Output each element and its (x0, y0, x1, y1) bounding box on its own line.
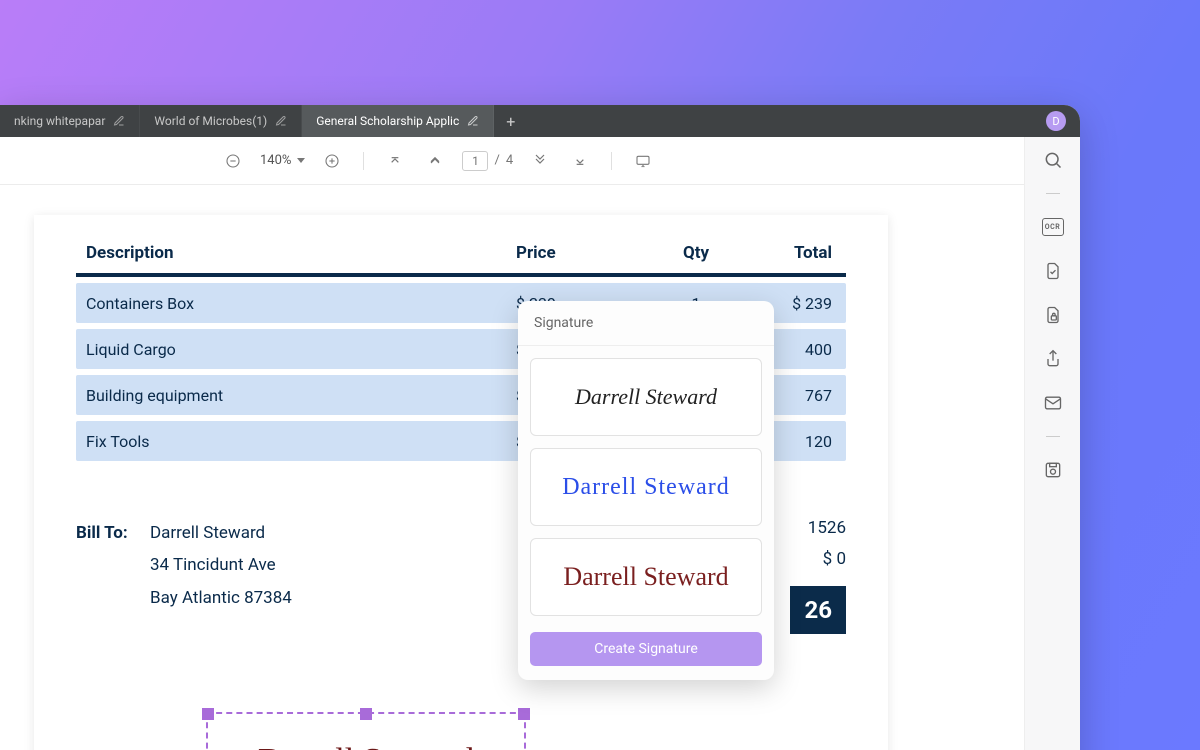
toolbar: 140% 1 / 4 (0, 137, 1080, 185)
zoom-out-button[interactable] (220, 148, 246, 174)
pencil-icon (467, 115, 479, 127)
tab-label: General Scholarship Applic (316, 114, 459, 128)
last-page-button[interactable] (567, 148, 593, 174)
prev-page-button[interactable] (422, 148, 448, 174)
cell: Building equipment (86, 386, 516, 405)
summary-line2: $ 0 (808, 544, 846, 575)
summary-subtotal: 1526 (808, 513, 846, 544)
resize-handle[interactable] (518, 708, 530, 720)
right-sidebar: OCR (1024, 137, 1080, 750)
mail-icon[interactable] (1042, 392, 1064, 414)
signature-preview: Darrell Steward (562, 474, 730, 501)
new-tab-button[interactable]: + (494, 105, 527, 137)
ocr-icon[interactable]: OCR (1042, 216, 1064, 238)
signature-preview: Darrell Steward (575, 384, 717, 410)
tab-label: nking whitepapar (14, 114, 105, 128)
tab-scholarship[interactable]: General Scholarship Applic (302, 105, 494, 137)
page-sep: / (494, 153, 499, 168)
placed-signature[interactable]: Darrell Steward (206, 712, 526, 750)
page-current-input[interactable]: 1 (462, 151, 488, 171)
tab-label: World of Microbes(1) (154, 114, 267, 128)
signature-option-2[interactable]: Darrell Steward (530, 448, 762, 526)
col-price: Price (516, 243, 636, 263)
summary-block: 1526 $ 0 (808, 513, 846, 574)
presentation-button[interactable] (630, 148, 656, 174)
cell: Fix Tools (86, 432, 516, 451)
caret-down-icon (297, 158, 305, 163)
pencil-icon (113, 115, 125, 127)
convert-icon[interactable] (1042, 260, 1064, 282)
signature-panel: Signature Darrell Steward Darrell Stewar… (518, 301, 774, 680)
signature-option-1[interactable]: Darrell Steward (530, 358, 762, 436)
cell: Containers Box (86, 294, 516, 313)
page-total: 4 (506, 153, 513, 168)
resize-handle[interactable] (202, 708, 214, 720)
tab-whitepaper[interactable]: nking whitepapar (0, 105, 140, 137)
avatar[interactable]: D (1046, 111, 1066, 131)
grand-total-chip: 26 (790, 586, 846, 634)
next-page-button[interactable] (527, 148, 553, 174)
col-description: Description (86, 243, 516, 263)
zoom-select[interactable]: 140% (260, 153, 305, 168)
separator (1046, 193, 1060, 194)
signature-preview: Darrell Steward (563, 562, 728, 592)
create-signature-button[interactable]: Create Signature (530, 632, 762, 666)
share-icon[interactable] (1042, 348, 1064, 370)
separator (363, 152, 364, 170)
save-icon[interactable] (1042, 459, 1064, 481)
tab-microbes[interactable]: World of Microbes(1) (140, 105, 302, 137)
zoom-value: 140% (260, 153, 291, 168)
signature-panel-title: Signature (518, 301, 774, 346)
signature-options: Darrell Steward Darrell Steward Darrell … (518, 346, 774, 628)
app-window: nking whitepapar World of Microbes(1) Ge… (0, 105, 1080, 750)
first-page-button[interactable] (382, 148, 408, 174)
zoom-in-button[interactable] (319, 148, 345, 174)
search-icon[interactable] (1042, 149, 1064, 171)
page-indicator: 1 / 4 (462, 151, 513, 171)
col-total: Total (756, 243, 836, 263)
col-qty: Qty (636, 243, 756, 263)
resize-handle[interactable] (360, 708, 372, 720)
table-headers: Description Price Qty Total (76, 237, 846, 277)
separator (1046, 436, 1060, 437)
lock-file-icon[interactable] (1042, 304, 1064, 326)
content-area: Description Price Qty Total Containers B… (0, 185, 1024, 750)
bill-to-label: Bill To: (76, 517, 134, 614)
bill-street: 34 Tincidunt Ave (150, 549, 292, 581)
bill-city: Bay Atlantic 87384 (150, 582, 292, 614)
tab-bar: nking whitepapar World of Microbes(1) Ge… (0, 105, 1080, 137)
signature-text: Darrell Steward (258, 742, 474, 750)
bill-to-address: Darrell Steward 34 Tincidunt Ave Bay Atl… (150, 517, 292, 614)
signature-option-3[interactable]: Darrell Steward (530, 538, 762, 616)
bill-name: Darrell Steward (150, 517, 292, 549)
separator (611, 152, 612, 170)
pencil-icon (275, 115, 287, 127)
cell: Liquid Cargo (86, 340, 516, 359)
